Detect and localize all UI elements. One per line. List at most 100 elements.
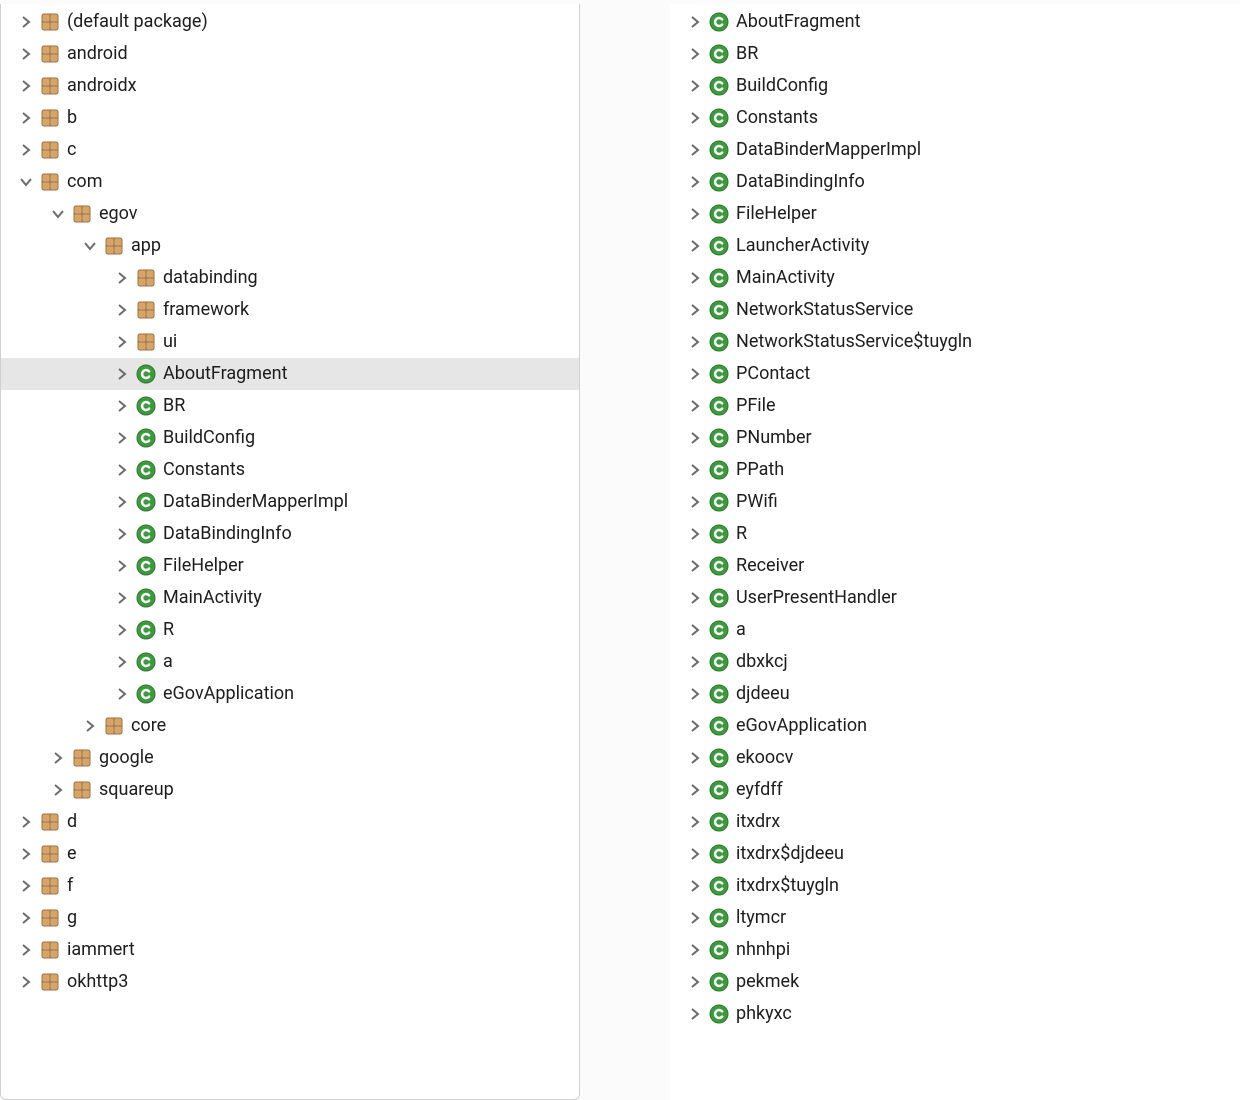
chevron-right-icon[interactable]	[684, 395, 706, 417]
chevron-right-icon[interactable]	[111, 523, 133, 545]
chevron-right-icon[interactable]	[684, 811, 706, 833]
tree-row[interactable]: NetworkStatusService$tuygln	[670, 326, 1240, 358]
tree-row[interactable]: BR	[670, 38, 1240, 70]
chevron-right-icon[interactable]	[79, 715, 101, 737]
tree-row[interactable]: BuildConfig	[670, 70, 1240, 102]
tree-row[interactable]: egov	[1, 198, 579, 230]
chevron-right-icon[interactable]	[684, 843, 706, 865]
tree-row[interactable]: PWifi	[670, 486, 1240, 518]
tree-row[interactable]: BR	[1, 390, 579, 422]
tree-row[interactable]: MainActivity	[1, 582, 579, 614]
chevron-right-icon[interactable]	[684, 619, 706, 641]
chevron-right-icon[interactable]	[15, 875, 37, 897]
chevron-right-icon[interactable]	[684, 427, 706, 449]
tree-row[interactable]: Constants	[1, 454, 579, 486]
chevron-right-icon[interactable]	[111, 427, 133, 449]
chevron-right-icon[interactable]	[15, 139, 37, 161]
chevron-right-icon[interactable]	[15, 907, 37, 929]
tree-row[interactable]: b	[1, 102, 579, 134]
tree-row[interactable]: f	[1, 870, 579, 902]
chevron-right-icon[interactable]	[684, 651, 706, 673]
package-tree-left[interactable]: (default package)androidandroidxbccomego…	[1, 4, 579, 998]
chevron-right-icon[interactable]	[684, 459, 706, 481]
chevron-right-icon[interactable]	[684, 587, 706, 609]
chevron-right-icon[interactable]	[684, 1003, 706, 1025]
chevron-right-icon[interactable]	[111, 587, 133, 609]
chevron-right-icon[interactable]	[684, 75, 706, 97]
tree-row[interactable]: eGovApplication	[670, 710, 1240, 742]
chevron-right-icon[interactable]	[684, 139, 706, 161]
chevron-right-icon[interactable]	[15, 11, 37, 33]
tree-row[interactable]: google	[1, 742, 579, 774]
tree-row[interactable]: BuildConfig	[1, 422, 579, 454]
tree-row[interactable]: pekmek	[670, 966, 1240, 998]
tree-row[interactable]: AboutFragment	[670, 6, 1240, 38]
chevron-right-icon[interactable]	[684, 715, 706, 737]
chevron-right-icon[interactable]	[47, 779, 69, 801]
chevron-right-icon[interactable]	[684, 555, 706, 577]
tree-row[interactable]: eyfdff	[670, 774, 1240, 806]
chevron-right-icon[interactable]	[15, 939, 37, 961]
tree-row[interactable]: FileHelper	[1, 550, 579, 582]
chevron-right-icon[interactable]	[111, 619, 133, 641]
chevron-right-icon[interactable]	[111, 555, 133, 577]
tree-row[interactable]: nhnhpi	[670, 934, 1240, 966]
tree-row[interactable]: R	[670, 518, 1240, 550]
chevron-right-icon[interactable]	[15, 971, 37, 993]
chevron-right-icon[interactable]	[684, 11, 706, 33]
chevron-right-icon[interactable]	[684, 779, 706, 801]
tree-row[interactable]: Receiver	[670, 550, 1240, 582]
tree-row[interactable]: g	[1, 902, 579, 934]
chevron-right-icon[interactable]	[111, 651, 133, 673]
tree-row[interactable]: androidx	[1, 70, 579, 102]
chevron-right-icon[interactable]	[684, 971, 706, 993]
tree-row[interactable]: itxdrx$tuygln	[670, 870, 1240, 902]
chevron-right-icon[interactable]	[111, 363, 133, 385]
tree-row[interactable]: d	[1, 806, 579, 838]
tree-row[interactable]: djdeeu	[670, 678, 1240, 710]
tree-row[interactable]: c	[1, 134, 579, 166]
chevron-right-icon[interactable]	[684, 491, 706, 513]
tree-row[interactable]: MainActivity	[670, 262, 1240, 294]
chevron-right-icon[interactable]	[684, 747, 706, 769]
tree-row[interactable]: DataBindingInfo	[670, 166, 1240, 198]
tree-row[interactable]: AboutFragment	[1, 358, 579, 390]
chevron-right-icon[interactable]	[15, 811, 37, 833]
chevron-down-icon[interactable]	[47, 203, 69, 225]
package-explorer-panel-right[interactable]: AboutFragmentBRBuildConfigConstantsDataB…	[670, 4, 1240, 1100]
tree-row[interactable]: ekoocv	[670, 742, 1240, 774]
tree-row[interactable]: itxdrx$djdeeu	[670, 838, 1240, 870]
tree-row[interactable]: LauncherActivity	[670, 230, 1240, 262]
chevron-right-icon[interactable]	[684, 203, 706, 225]
chevron-right-icon[interactable]	[111, 683, 133, 705]
tree-row[interactable]: phkyxc	[670, 998, 1240, 1030]
chevron-right-icon[interactable]	[111, 395, 133, 417]
chevron-down-icon[interactable]	[79, 235, 101, 257]
chevron-right-icon[interactable]	[684, 939, 706, 961]
chevron-right-icon[interactable]	[684, 875, 706, 897]
tree-row[interactable]: FileHelper	[670, 198, 1240, 230]
tree-row[interactable]: app	[1, 230, 579, 262]
tree-row[interactable]: dbxkcj	[670, 646, 1240, 678]
chevron-right-icon[interactable]	[15, 843, 37, 865]
chevron-right-icon[interactable]	[15, 75, 37, 97]
chevron-right-icon[interactable]	[684, 107, 706, 129]
tree-row[interactable]: com	[1, 166, 579, 198]
chevron-right-icon[interactable]	[684, 267, 706, 289]
tree-row[interactable]: NetworkStatusService	[670, 294, 1240, 326]
tree-row[interactable]: iammert	[1, 934, 579, 966]
chevron-right-icon[interactable]	[684, 683, 706, 705]
tree-row[interactable]: databinding	[1, 262, 579, 294]
chevron-right-icon[interactable]	[684, 907, 706, 929]
chevron-right-icon[interactable]	[684, 331, 706, 353]
tree-row[interactable]: PFile	[670, 390, 1240, 422]
tree-row[interactable]: e	[1, 838, 579, 870]
chevron-right-icon[interactable]	[15, 107, 37, 129]
tree-row[interactable]: framework	[1, 294, 579, 326]
tree-row[interactable]: itxdrx	[670, 806, 1240, 838]
chevron-right-icon[interactable]	[111, 267, 133, 289]
chevron-right-icon[interactable]	[111, 491, 133, 513]
package-explorer-panel-left[interactable]: (default package)androidandroidxbccomego…	[0, 4, 580, 1100]
tree-row[interactable]: ltymcr	[670, 902, 1240, 934]
tree-row[interactable]: squareup	[1, 774, 579, 806]
